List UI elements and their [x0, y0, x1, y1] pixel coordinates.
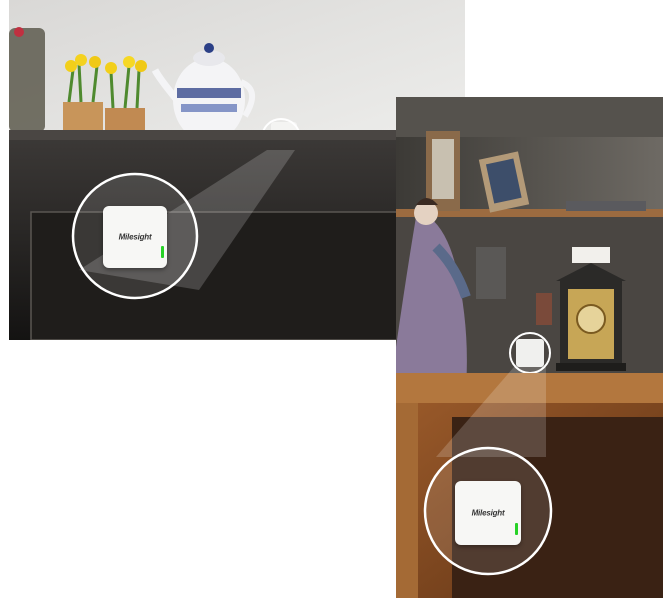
boxes-stack	[566, 201, 646, 211]
device-brand-label: Milesight	[118, 232, 152, 242]
right-room-photo: Milesight	[396, 97, 663, 598]
jar-flower	[14, 27, 24, 37]
glass-jar	[9, 28, 45, 132]
photo-frame-1-picture	[432, 139, 454, 199]
right-scene-graphic	[396, 97, 663, 598]
flower-pot-1	[63, 102, 103, 132]
device-status-led	[161, 246, 164, 258]
lantern	[476, 247, 506, 299]
device-closeup-left: Milesight	[103, 206, 167, 268]
distant-device	[516, 339, 544, 367]
device-closeup-right: Milesight	[455, 481, 521, 545]
device-brand-label: Milesight	[471, 508, 505, 518]
cabinet-side-panel	[396, 403, 418, 598]
small-ornament	[536, 293, 552, 325]
device-status-led	[515, 523, 518, 535]
